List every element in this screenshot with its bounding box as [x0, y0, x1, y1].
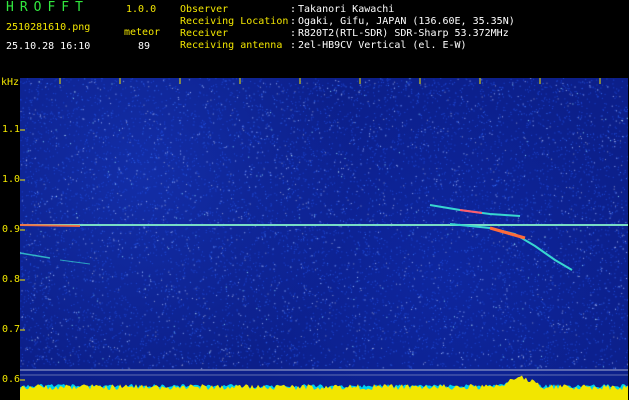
y-tick-label: 0.7 [2, 324, 21, 335]
header-panel: HROFFT 1.0.0 2510281610.png 25.10.28 16:… [0, 0, 629, 74]
meteor-trail-left [20, 252, 51, 259]
y-tick-label: 0.8 [2, 274, 21, 285]
field-label-antenna: Receiving antenna [180, 40, 283, 51]
y-tick-marks [20, 129, 25, 381]
field-separator: : [290, 16, 297, 27]
meteor-trail-lower-hot [489, 226, 526, 240]
meteor-trail-lower [449, 223, 573, 271]
carrier-hot-segment [20, 224, 81, 227]
y-tick-label: 0.6 [2, 374, 21, 385]
field-value-location: Ogaki, Gifu, JAPAN (136.60E, 35.35N) [298, 16, 515, 27]
field-value-observer: Takanori Kawachi [298, 4, 395, 15]
field-separator: : [290, 28, 297, 39]
field-label-receiver: Receiver [180, 28, 229, 39]
spectrogram-overlay [20, 78, 628, 400]
y-tick-label: 1.1 [2, 124, 21, 135]
meteor-trail-upper [429, 204, 521, 217]
field-value-antenna: 2el-HB9CV Vertical (el. E-W) [298, 40, 467, 51]
x-tick-marks [59, 78, 601, 84]
noise-amplitude-peaks [20, 375, 628, 400]
field-label-observer: Observer [180, 4, 229, 15]
field-value-receiver: R820T2(RTL-SDR) SDR-Sharp 53.372MHz [298, 28, 509, 39]
field-label-location: Receiving Location [180, 16, 289, 27]
y-tick-label: 1.0 [2, 174, 21, 185]
meteor-trail-left-faint [59, 259, 91, 265]
y-tick-label: 0.9 [2, 224, 21, 235]
field-separator: : [290, 40, 297, 51]
capture-datetime: 25.10.28 16:10 [6, 41, 91, 52]
app-logo: HROFFT [6, 0, 89, 15]
mode-label: meteor [124, 27, 161, 38]
spectrogram-plot [20, 78, 628, 400]
meteor-count: 89 [138, 41, 151, 52]
field-separator: : [290, 4, 297, 15]
axis-unit-label: kHz [1, 77, 20, 88]
file-name: 2510281610.png [6, 22, 91, 33]
app-version: 1.0.0 [126, 4, 157, 15]
